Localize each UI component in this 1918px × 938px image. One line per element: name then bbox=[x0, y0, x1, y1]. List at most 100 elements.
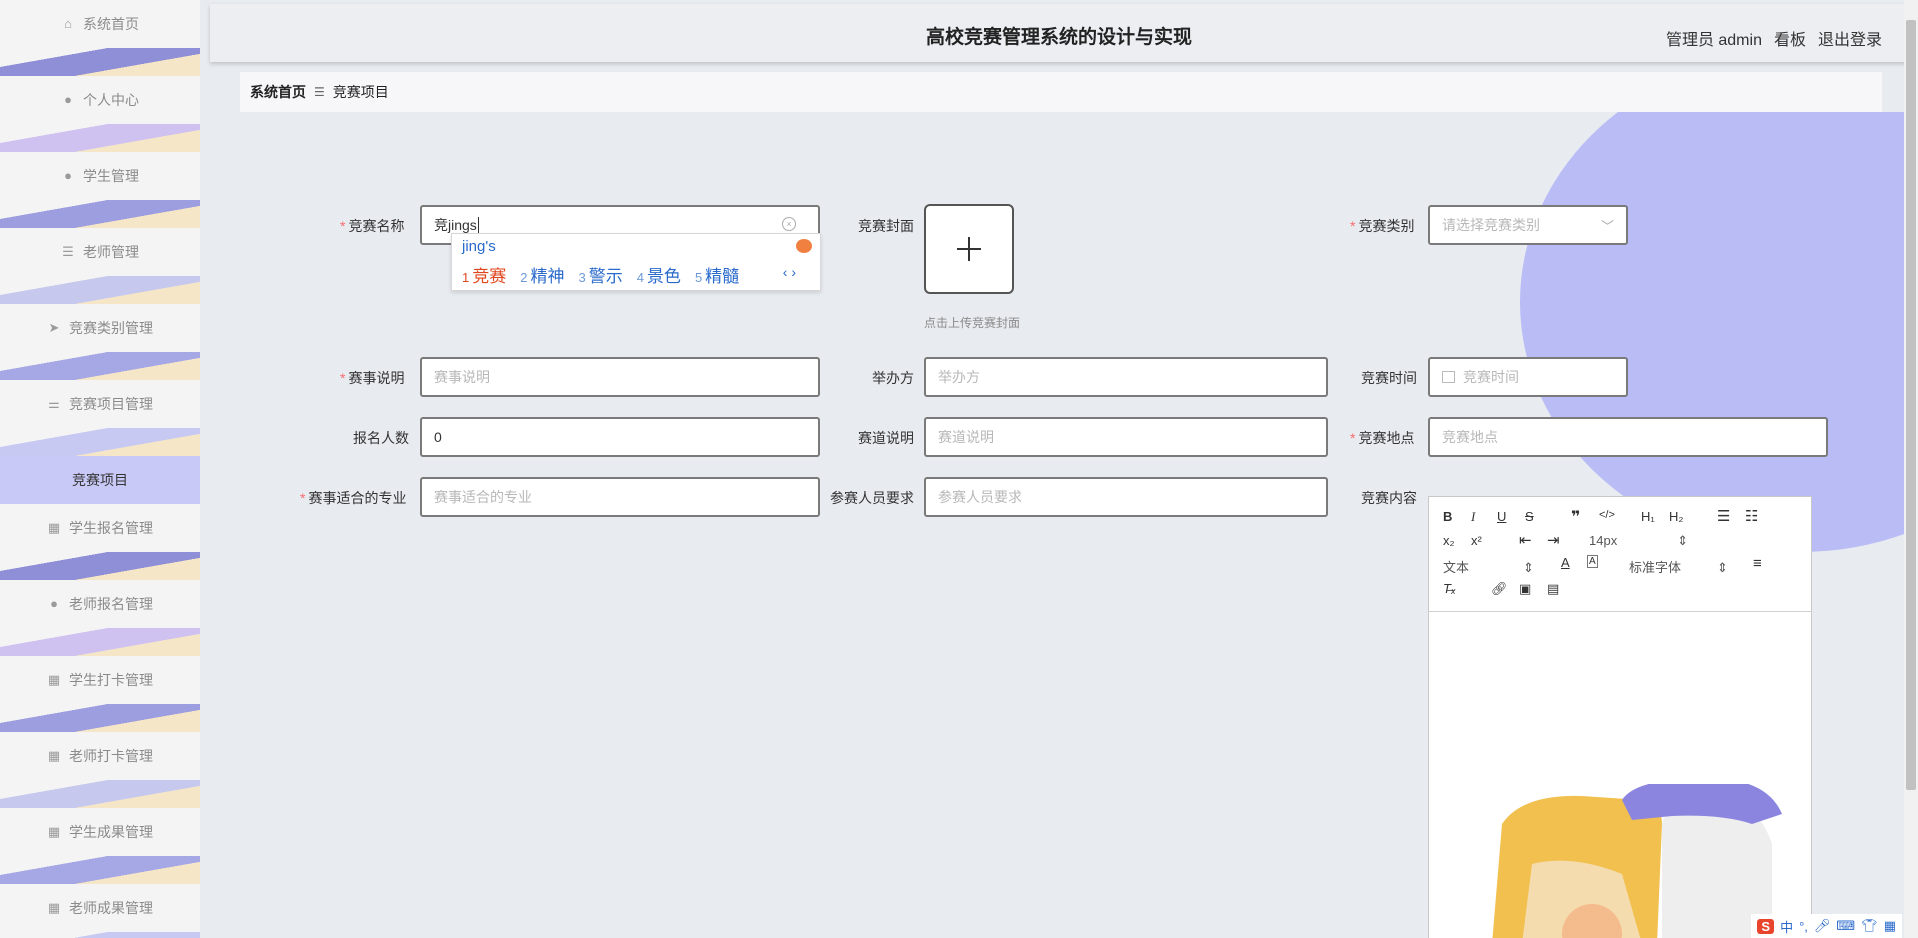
ime-candidate[interactable]: 5 精髓 bbox=[695, 262, 739, 287]
category-select[interactable]: 请选择竞赛类别 ﹀ bbox=[1428, 205, 1628, 245]
microphone-icon[interactable]: 🎤︎ bbox=[1814, 918, 1831, 934]
heading1-icon[interactable]: H₁ bbox=[1641, 509, 1655, 524]
ime-candidate-popup: jing's 1 竞赛 2 精神 3 警示 4 景色 5 精髓 ‹ › bbox=[451, 233, 821, 291]
ime-candidate[interactable]: 1 竞赛 bbox=[462, 262, 506, 287]
content-label: 竞赛内容 bbox=[1361, 490, 1417, 506]
home-icon: ⌂ bbox=[64, 16, 72, 31]
bold-icon[interactable]: B bbox=[1443, 509, 1452, 524]
logout-link[interactable]: 退出登录 bbox=[1818, 26, 1882, 50]
cover-label: 竞赛封面 bbox=[858, 218, 914, 234]
clear-format-icon[interactable]: T̶ₓ bbox=[1443, 581, 1456, 596]
bullet-list-icon[interactable]: ☷ bbox=[1745, 507, 1758, 525]
track-input[interactable]: 赛道说明 bbox=[924, 417, 1328, 457]
font-color-icon[interactable]: A bbox=[1561, 555, 1570, 570]
sidebar-item-b0[interactable]: ▦ 学生报名管理 bbox=[0, 504, 200, 580]
desc-input[interactable]: 赛事说明 bbox=[420, 357, 820, 397]
major-placeholder: 赛事适合的专业 bbox=[434, 489, 532, 505]
select-arrows-icon: ⇕ bbox=[1717, 560, 1728, 575]
sidebar-item-label: 系统首页 bbox=[83, 16, 139, 32]
breadcrumb-home[interactable]: 系统首页 bbox=[250, 82, 306, 102]
strike-icon[interactable]: S bbox=[1525, 509, 1534, 524]
indent-icon[interactable]: ⇥ bbox=[1547, 531, 1560, 549]
ime-language[interactable]: 中 bbox=[1780, 917, 1793, 936]
sidebar-item-b2[interactable]: ▦ 学生打卡管理 bbox=[0, 656, 200, 732]
time-picker[interactable]: 竞赛时间 bbox=[1428, 357, 1628, 397]
upload-cover-button[interactable] bbox=[924, 204, 1014, 294]
requirement-placeholder: 参赛人员要求 bbox=[938, 489, 1022, 505]
breadcrumb-separator-icon: ☰ bbox=[314, 85, 325, 99]
underline-icon[interactable]: U bbox=[1497, 509, 1506, 524]
sidebar-item-label: 老师成果管理 bbox=[69, 900, 153, 916]
sidebar-item-decoration bbox=[0, 276, 200, 304]
background-decoration bbox=[1520, 112, 1908, 552]
font-family-select[interactable]: 标准字体 ⇕ bbox=[1629, 557, 1728, 576]
link-icon[interactable]: 🔗︎ bbox=[1491, 581, 1508, 597]
keyboard-icon[interactable]: ⌨ bbox=[1836, 918, 1855, 934]
chevron-down-icon: ﹀ bbox=[1600, 219, 1614, 234]
location-input[interactable]: 竞赛地点 bbox=[1428, 417, 1828, 457]
superscript-icon[interactable]: x² bbox=[1471, 533, 1482, 548]
sidebar-item-decoration bbox=[0, 428, 200, 456]
sidebar-item-a1[interactable]: ● 个人中心 bbox=[0, 76, 200, 152]
main-content: * 竞赛名称 竞jings × 竞赛封面 点击上传竞赛封面 * 竞赛类别 请选择竞赛… bbox=[210, 112, 1908, 938]
background-color-icon[interactable]: A bbox=[1587, 555, 1598, 568]
ime-next-page-icon[interactable]: ‹ › bbox=[783, 264, 796, 280]
toolbox-icon[interactable]: ▦ bbox=[1884, 918, 1896, 934]
heading2-icon[interactable]: H₂ bbox=[1669, 509, 1683, 524]
name-label: * 竞赛名称 bbox=[340, 218, 405, 234]
sidebar-item-label: 学生管理 bbox=[83, 168, 139, 184]
sidebar-item-a5[interactable]: ⚌ 竞赛项目管理 bbox=[0, 380, 200, 456]
plus-icon bbox=[957, 237, 981, 261]
italic-icon[interactable]: I bbox=[1471, 509, 1475, 525]
select-arrows-icon: ⇕ bbox=[1523, 560, 1534, 575]
current-user: 管理员 admin bbox=[1665, 32, 1762, 49]
board-link[interactable]: 看板 bbox=[1774, 26, 1806, 50]
user-icon: ● bbox=[64, 92, 72, 107]
video-icon[interactable]: ▤ bbox=[1547, 581, 1559, 597]
skin-icon[interactable]: 👕︎ bbox=[1861, 918, 1878, 934]
sidebar-item-label: 竞赛项目管理 bbox=[69, 396, 153, 412]
code-icon[interactable]: </> bbox=[1599, 509, 1615, 521]
sidebar-item-b1[interactable]: ● 老师报名管理 bbox=[0, 580, 200, 656]
sogou-logo-icon[interactable]: S bbox=[1757, 918, 1775, 934]
quote-icon[interactable]: ❞ bbox=[1571, 507, 1580, 527]
ime-candidate[interactable]: 4 景色 bbox=[637, 262, 681, 287]
send-icon: ➤ bbox=[48, 320, 60, 335]
category-label: * 竞赛类别 bbox=[1350, 218, 1415, 234]
font-size-select[interactable]: 14px ⇕ bbox=[1589, 533, 1688, 549]
sidebar-item-decoration bbox=[0, 200, 200, 228]
clear-icon[interactable]: × bbox=[782, 217, 796, 231]
organizer-input[interactable]: 举办方 bbox=[924, 357, 1328, 397]
calendar-icon bbox=[1442, 371, 1455, 383]
sidebar-item-a4[interactable]: ➤ 竞赛类别管理 bbox=[0, 304, 200, 380]
sidebar-item-a0[interactable]: ⌂ 系统首页 bbox=[0, 0, 200, 76]
paragraph-select[interactable]: 文本 ⇕ bbox=[1443, 557, 1534, 576]
align-icon[interactable]: ≡ bbox=[1753, 555, 1762, 572]
grid-icon: ▦ bbox=[47, 520, 61, 535]
sidebar-item-b4[interactable]: ▦ 学生成果管理 bbox=[0, 808, 200, 884]
scrollbar-thumb[interactable] bbox=[1906, 20, 1916, 790]
track-label: 赛道说明 bbox=[858, 430, 914, 446]
count-input[interactable]: 0 bbox=[420, 417, 820, 457]
ime-candidate[interactable]: 3 警示 bbox=[578, 262, 622, 287]
requirement-input[interactable]: 参赛人员要求 bbox=[924, 477, 1328, 517]
sidebar-sub-item-active[interactable]: 竞赛项目 bbox=[0, 456, 200, 504]
sidebar-item-b3[interactable]: ▦ 老师打卡管理 bbox=[0, 732, 200, 808]
sidebar-item-decoration bbox=[0, 780, 200, 808]
ime-candidate[interactable]: 2 精神 bbox=[520, 262, 564, 287]
ordered-list-icon[interactable]: ☰ bbox=[1717, 507, 1730, 525]
punctuation-icon[interactable]: °, bbox=[1799, 919, 1808, 934]
organizer-placeholder: 举办方 bbox=[938, 369, 980, 385]
ime-typed-text: jing's bbox=[462, 238, 496, 255]
major-input[interactable]: 赛事适合的专业 bbox=[420, 477, 820, 517]
top-header: 高校竞赛管理系统的设计与实现 管理员 admin 看板 退出登录 bbox=[210, 4, 1908, 62]
outdent-icon[interactable]: ⇤ bbox=[1519, 531, 1532, 549]
sidebar-item-label: 老师管理 bbox=[83, 244, 139, 260]
sidebar-item-a2[interactable]: ● 学生管理 bbox=[0, 152, 200, 228]
image-icon[interactable]: ▣ bbox=[1519, 581, 1531, 597]
sidebar-item-a3[interactable]: ☰ 老师管理 bbox=[0, 228, 200, 304]
sidebar-item-b5[interactable]: ▦ 老师成果管理 bbox=[0, 884, 200, 938]
subscript-icon[interactable]: x₂ bbox=[1443, 533, 1455, 548]
grid-icon: ▦ bbox=[47, 672, 61, 687]
vertical-scrollbar[interactable] bbox=[1904, 0, 1918, 938]
